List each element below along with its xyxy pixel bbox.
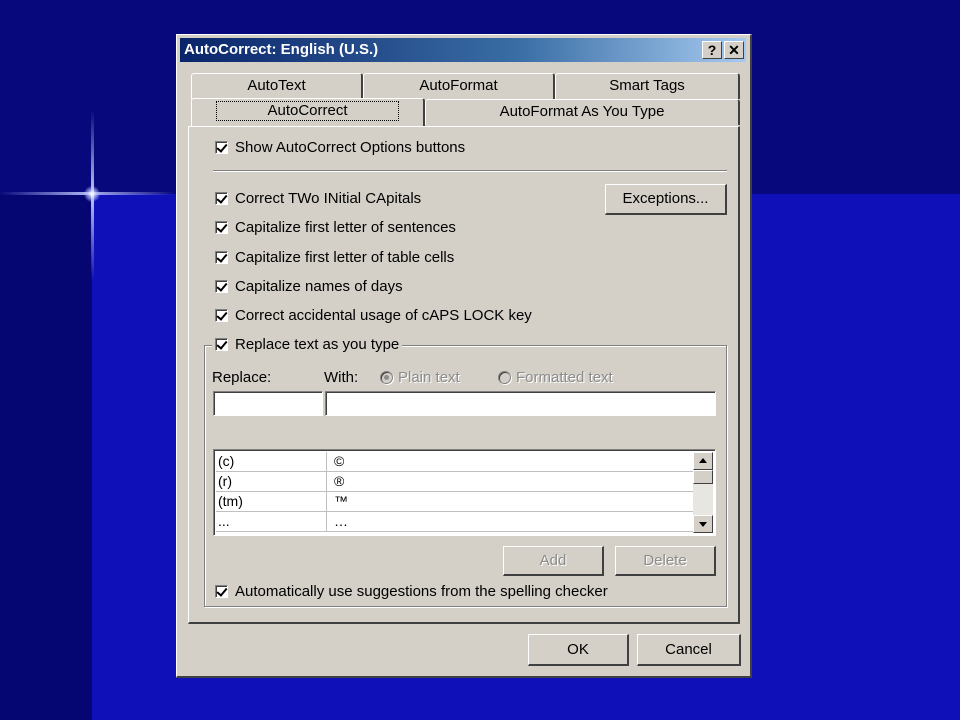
- list-scrollbar[interactable]: [693, 452, 713, 533]
- column-divider: [326, 512, 327, 531]
- entry-with: …: [334, 513, 348, 529]
- cancel-button[interactable]: Cancel: [637, 634, 741, 666]
- dialog-title: AutoCorrect: English (U.S.): [184, 41, 379, 58]
- replace-label: Replace:: [212, 369, 272, 386]
- scroll-down-button[interactable]: [693, 515, 713, 533]
- show-autocorrect-options-checkbox[interactable]: [215, 141, 228, 154]
- tab-autotext[interactable]: AutoText: [191, 73, 363, 99]
- plain-text-option[interactable]: Plain text: [380, 369, 460, 386]
- plain-text-label: Plain text: [398, 369, 460, 386]
- arrow-up-icon: [699, 458, 707, 463]
- capitalize-table-cells-checkbox[interactable]: [215, 251, 228, 264]
- capitalize-sentences-option[interactable]: Capitalize first letter of sentences: [215, 219, 456, 236]
- plain-text-radio[interactable]: [380, 371, 393, 384]
- entry-replace: (c): [218, 453, 235, 469]
- capitalize-sentences-checkbox[interactable]: [215, 221, 228, 234]
- correct-two-initial-caps-option[interactable]: Correct TWo INitial CApitals: [215, 190, 421, 207]
- add-button[interactable]: Add: [503, 546, 604, 576]
- caps-lock-checkbox[interactable]: [215, 309, 228, 322]
- formatted-text-label: Formatted text: [516, 369, 613, 386]
- help-button[interactable]: ?: [702, 41, 722, 59]
- capitalize-sentences-label: Capitalize first letter of sentences: [235, 219, 456, 236]
- replace-as-you-type-label: Replace text as you type: [235, 336, 400, 353]
- table-row[interactable]: (tm) ™: [216, 492, 693, 512]
- entry-replace: (r): [218, 473, 232, 489]
- formatted-text-option[interactable]: Formatted text: [498, 369, 613, 386]
- with-input[interactable]: [325, 391, 716, 416]
- with-label: With:: [324, 369, 359, 386]
- tab-autoformat[interactable]: AutoFormat: [363, 73, 555, 99]
- tab-autoformat-as-you-type[interactable]: AutoFormat As You Type: [425, 99, 740, 125]
- entry-replace: ...: [218, 513, 230, 529]
- delete-button[interactable]: Delete: [615, 546, 716, 576]
- use-spelling-suggestions-option[interactable]: Automatically use suggestions from the s…: [215, 583, 608, 600]
- entry-with: ™: [334, 493, 348, 509]
- correct-two-initial-caps-checkbox[interactable]: [215, 192, 228, 205]
- capitalize-table-cells-option[interactable]: Capitalize first letter of table cells: [215, 249, 454, 266]
- scroll-thumb[interactable]: [693, 470, 713, 484]
- correct-two-initial-caps-label: Correct TWo INitial CApitals: [235, 190, 422, 207]
- capitalize-days-option[interactable]: Capitalize names of days: [215, 278, 403, 295]
- tab-autocorrect-label: AutoCorrect: [216, 101, 399, 121]
- autocorrect-entries-list[interactable]: (c) © (r) ® (tm) ™ ... …: [213, 449, 716, 536]
- tab-smart-tags[interactable]: Smart Tags: [555, 73, 740, 99]
- column-divider: [326, 452, 327, 471]
- desktop-background-left: [0, 194, 92, 720]
- title-bar[interactable]: AutoCorrect: English (U.S.) ? ✕: [180, 38, 746, 62]
- table-row[interactable]: (r) ®: [216, 472, 693, 492]
- entry-with: ©: [334, 453, 345, 469]
- exceptions-button[interactable]: Exceptions...: [605, 184, 727, 215]
- column-divider: [326, 472, 327, 491]
- table-row[interactable]: (c) ©: [216, 452, 693, 472]
- show-autocorrect-options-label: Show AutoCorrect Options buttons: [235, 139, 466, 156]
- section-divider: [213, 170, 727, 172]
- capitalize-table-cells-label: Capitalize first letter of table cells: [235, 249, 455, 266]
- use-spelling-suggestions-checkbox[interactable]: [215, 585, 228, 598]
- caps-lock-label: Correct accidental usage of cAPS LOCK ke…: [235, 307, 532, 324]
- table-row[interactable]: ... …: [216, 512, 693, 532]
- tab-autocorrect[interactable]: AutoCorrect: [191, 98, 425, 126]
- replace-as-you-type-option[interactable]: Replace text as you type: [212, 336, 403, 353]
- formatted-text-radio[interactable]: [498, 371, 511, 384]
- capitalize-days-checkbox[interactable]: [215, 280, 228, 293]
- show-autocorrect-options-option[interactable]: Show AutoCorrect Options buttons: [215, 139, 465, 156]
- ok-button[interactable]: OK: [528, 634, 629, 666]
- caps-lock-option[interactable]: Correct accidental usage of cAPS LOCK ke…: [215, 307, 532, 324]
- replace-as-you-type-checkbox[interactable]: [215, 338, 228, 351]
- sparkle-core: [84, 186, 100, 202]
- column-divider: [326, 492, 327, 511]
- arrow-down-icon: [699, 522, 707, 527]
- replace-input[interactable]: [213, 391, 323, 416]
- entry-replace: (tm): [218, 493, 243, 509]
- close-button[interactable]: ✕: [724, 41, 744, 59]
- capitalize-days-label: Capitalize names of days: [235, 278, 403, 295]
- entry-with: ®: [334, 473, 345, 489]
- scroll-up-button[interactable]: [693, 452, 713, 470]
- use-spelling-suggestions-label: Automatically use suggestions from the s…: [235, 583, 608, 600]
